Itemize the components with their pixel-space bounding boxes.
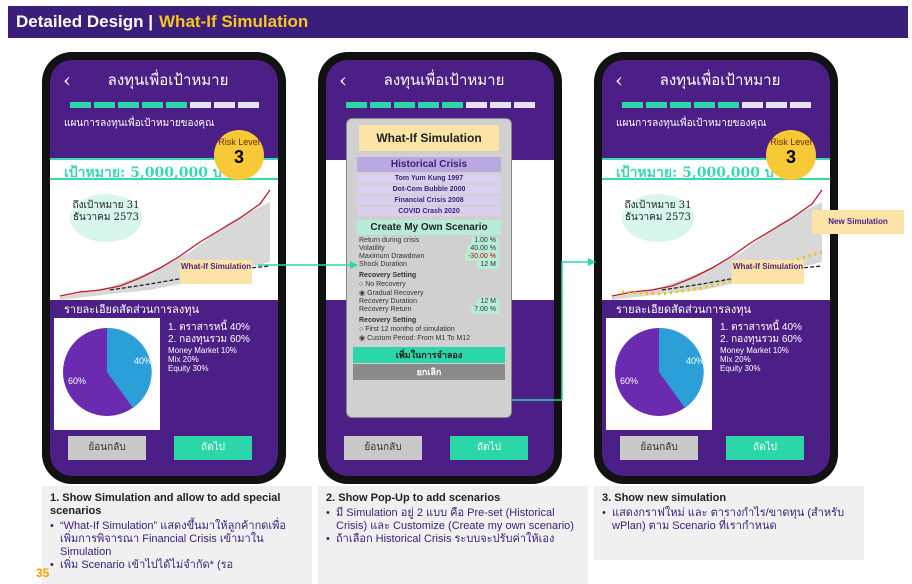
caption-2: 2. Show Pop-Up to add scenarios มี Simul… [318, 486, 588, 584]
caption-1: 1. Show Simulation and allow to add spec… [42, 486, 312, 584]
caption-3: 3. Show new simulation แสดงกราฟใหม่ และ … [594, 486, 864, 560]
page-number: 35 [36, 566, 50, 580]
